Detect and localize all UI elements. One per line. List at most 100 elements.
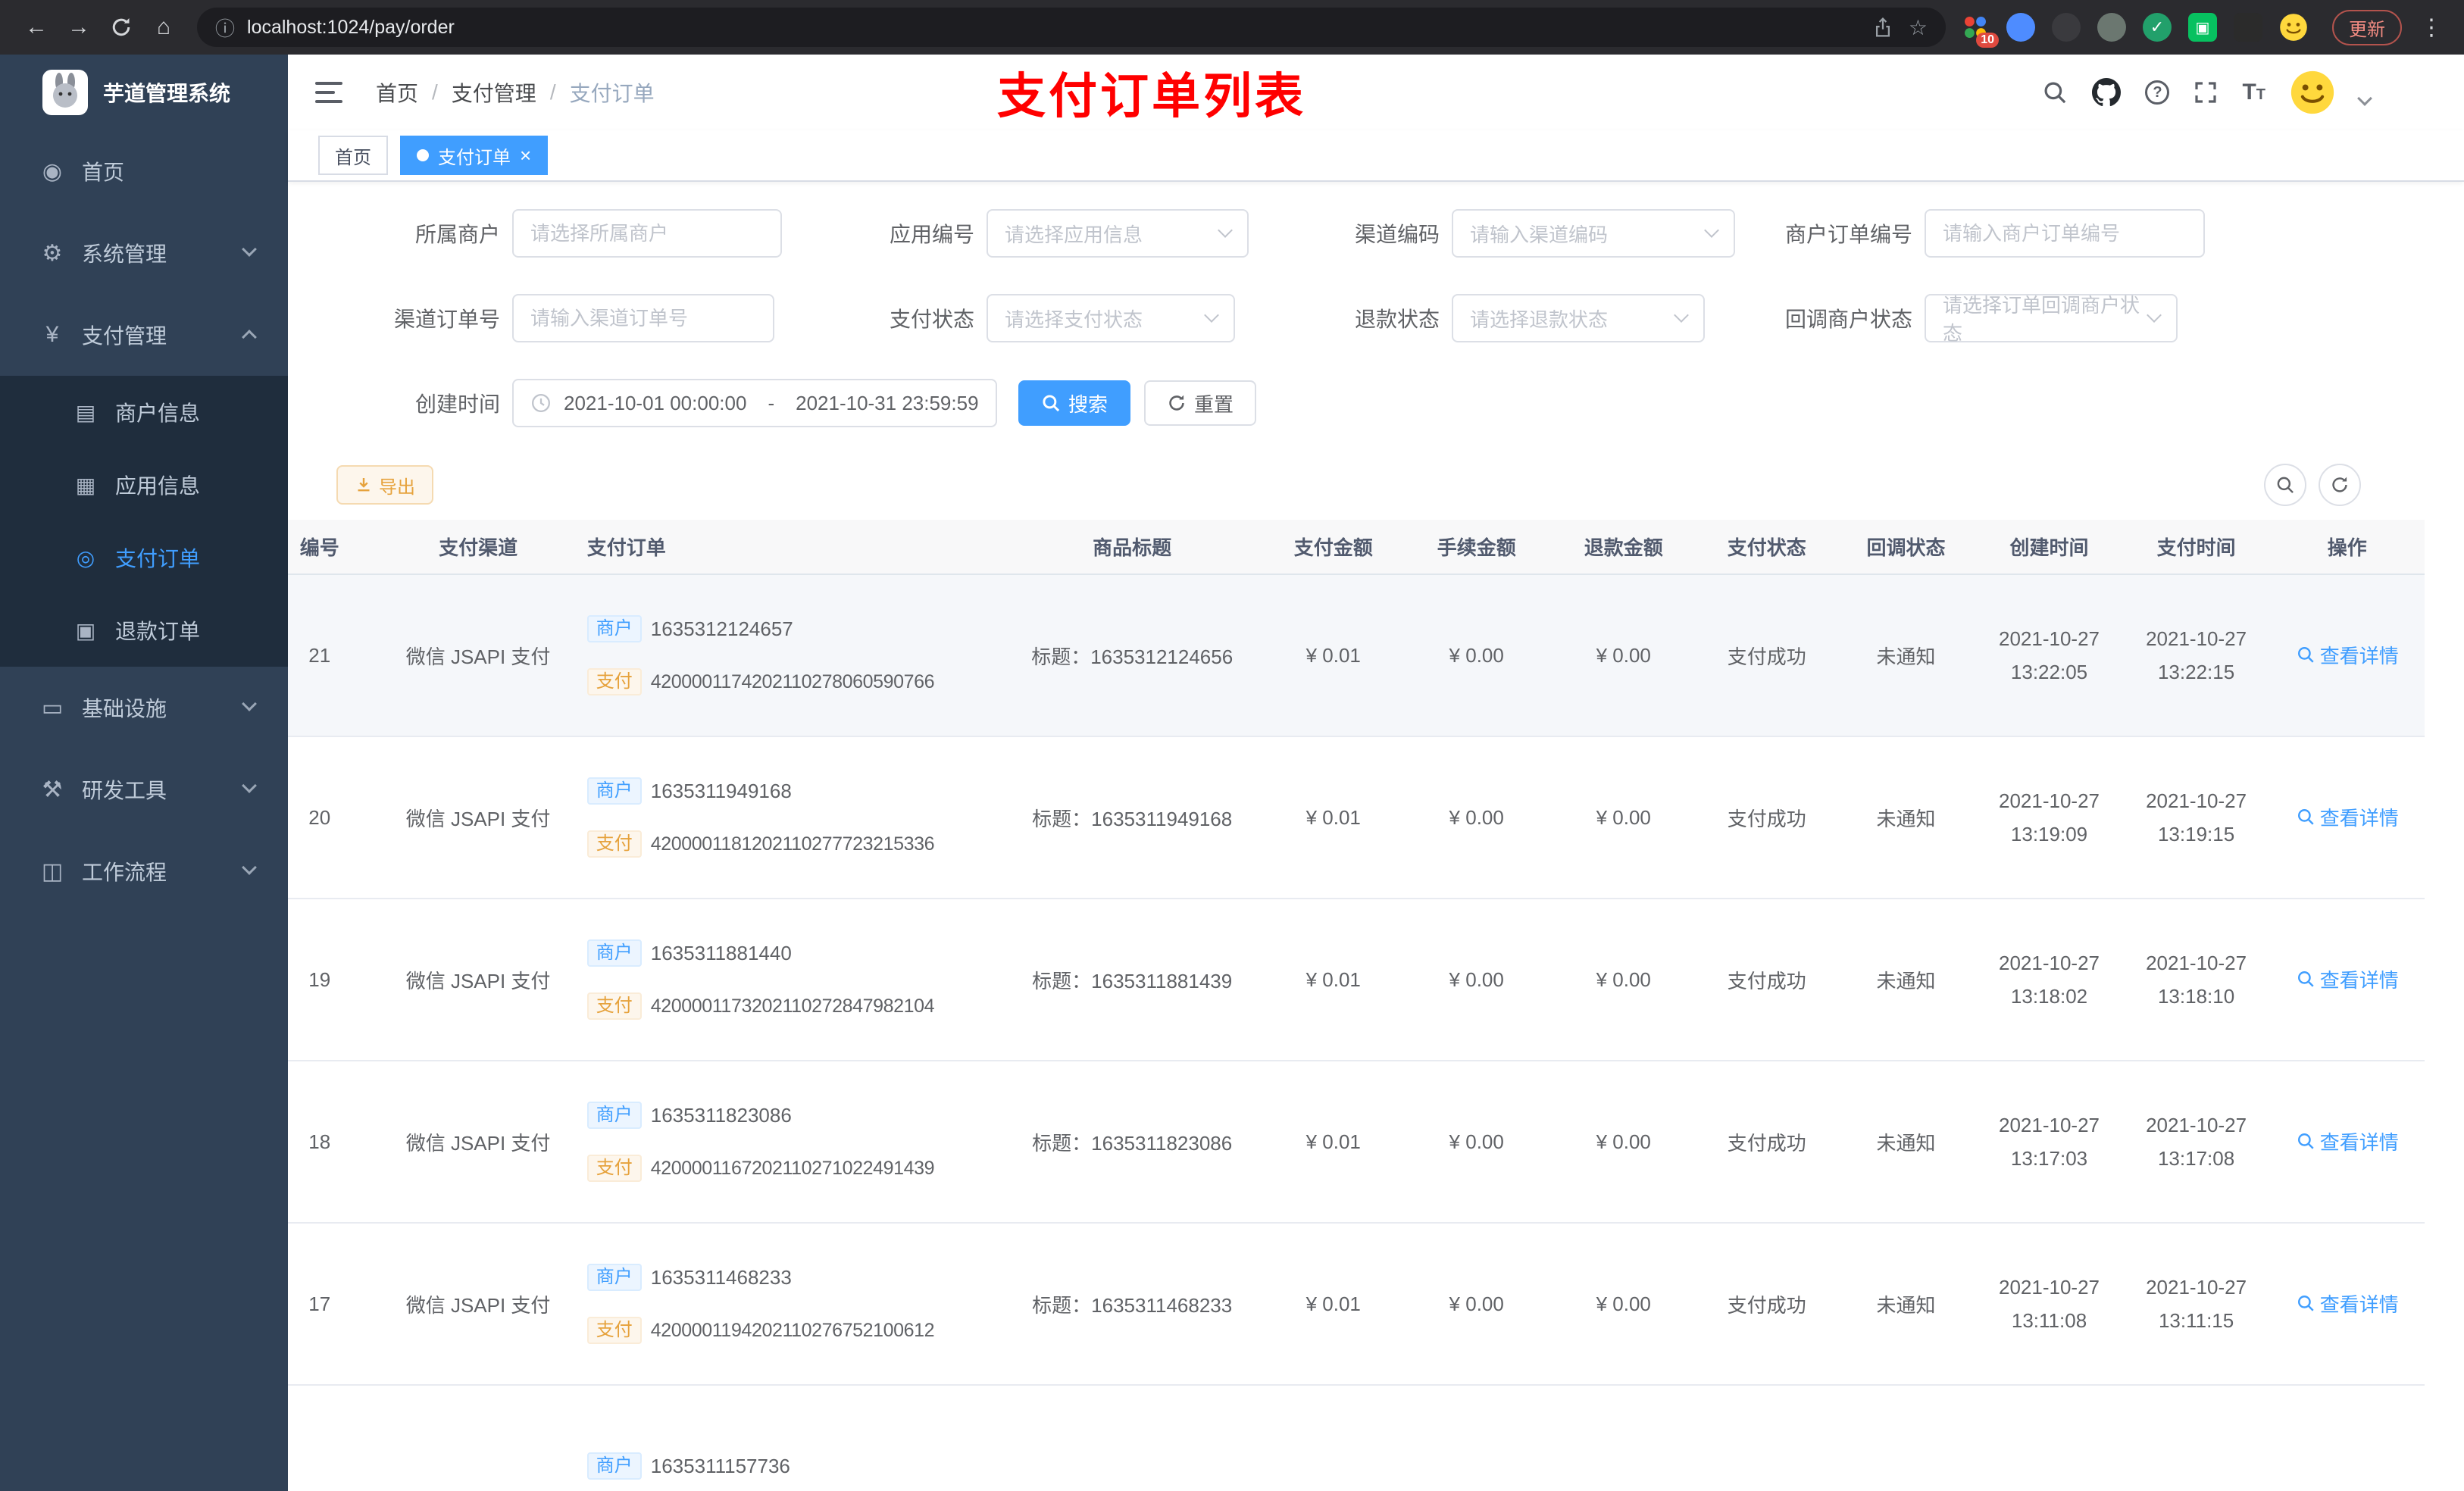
extension-icon[interactable]: ✓ [2143, 13, 2172, 42]
yen-icon: ¥ [45, 322, 59, 347]
browser-home-icon[interactable]: ⌂ [142, 6, 185, 48]
view-detail-link[interactable]: 查看详情 [2296, 965, 2399, 993]
breadcrumb-payment[interactable]: 支付管理 [452, 77, 536, 108]
sidebar-item-pay-order[interactable]: ◎ 支付订单 [0, 521, 288, 594]
cell-create-time: 2021-10-27 13:22:05 [1975, 574, 2123, 737]
export-button[interactable]: 导出 [336, 465, 433, 505]
hamburger-icon[interactable] [315, 82, 342, 103]
date-start-value: 2021-10-01 00:00:00 [564, 391, 747, 414]
cell-title: 标题：1635311823086 [1000, 1061, 1264, 1224]
filter-label: 创建时间 [414, 392, 500, 416]
view-detail-link[interactable]: 查看详情 [2296, 641, 2399, 669]
address-bar[interactable]: ⓘ localhost:1024/pay/order ☆ [197, 8, 1946, 47]
sidebar-item-workflow[interactable]: ◫ 工作流程 [0, 830, 288, 912]
user-avatar[interactable] [2290, 70, 2335, 115]
filter-channel-code: 渠道编码 请输入渠道编码 [1258, 209, 1735, 258]
merchant-input[interactable] [512, 209, 782, 258]
share-icon[interactable] [1872, 17, 1893, 38]
sidebar-item-home[interactable]: ◉ 首页 [0, 130, 288, 212]
fullscreen-icon[interactable] [2194, 80, 2218, 105]
cell-refund-amount: ¥ 0.00 [1549, 736, 1697, 899]
pay-tag: 支付 [586, 668, 642, 695]
cell-pay-order: 商户 1635311468233 支付 42000011942021102767… [574, 1223, 1001, 1386]
cell-notify-status [1836, 1385, 1976, 1491]
view-detail-link[interactable]: 查看详情 [2296, 1289, 2399, 1318]
cell-actions: 查看详情 [2269, 574, 2425, 737]
monitor-icon: ▭ [41, 695, 64, 720]
emoji-extension-icon[interactable] [2279, 13, 2308, 42]
sidebar-item-infra[interactable]: ▭ 基础设施 [0, 667, 288, 749]
sidebar-item-label: 系统管理 [82, 242, 167, 266]
sidebar-item-merchant-info[interactable]: ▤ 商户信息 [0, 376, 288, 449]
top-navbar: 首页 / 支付管理 / 支付订单 支付订单列表 ? TT [288, 55, 2464, 130]
col-notify-status: 回调状态 [1836, 520, 1976, 575]
extension-icon[interactable] [2006, 13, 2035, 42]
browser-back-icon[interactable]: ← [15, 6, 58, 48]
channel-pay-no: 4200001167202110271022491439 [650, 1157, 935, 1179]
reset-button[interactable]: 重置 [1144, 380, 1257, 426]
refund-status-select[interactable]: 请选择退款状态 [1452, 294, 1705, 342]
view-detail-link[interactable]: 查看详情 [2296, 1127, 2399, 1155]
col-create-time: 创建时间 [1975, 520, 2123, 575]
avatar-dropdown-icon[interactable] [2357, 91, 2372, 106]
extension-icon[interactable]: 10 [1961, 13, 1999, 48]
refresh-table-button[interactable] [2319, 464, 2361, 506]
font-size-icon[interactable]: TT [2242, 80, 2265, 105]
toggle-search-button[interactable] [2264, 464, 2306, 506]
sidebar-item-system[interactable]: ⚙ 系统管理 [0, 212, 288, 294]
date-end-value: 2021-10-31 23:59:59 [796, 391, 979, 414]
clock-icon [530, 392, 552, 414]
view-detail-label: 查看详情 [2319, 644, 2399, 667]
sidebar-item-payment[interactable]: ¥ 支付管理 [0, 294, 288, 376]
help-icon[interactable]: ? [2145, 80, 2170, 105]
cell-create-time: 2021-10-27 13:11:08 [1975, 1223, 2123, 1386]
cell-title: 标题：1635312124656 [1000, 574, 1264, 737]
search-icon[interactable] [2042, 80, 2068, 105]
cell-pay-amount: ¥ 0.01 [1263, 736, 1403, 899]
tab-home[interactable]: 首页 [318, 136, 388, 175]
bookmark-star-icon[interactable]: ☆ [1909, 15, 1928, 40]
extension-icon[interactable] [2234, 13, 2262, 42]
chevron-down-icon [2147, 308, 2162, 323]
browser-menu-icon[interactable]: ⋮ [2414, 14, 2449, 41]
close-icon[interactable]: × [520, 145, 531, 165]
browser-forward-icon[interactable]: → [58, 6, 100, 48]
extension-icon[interactable]: ▣ [2188, 13, 2217, 42]
cell-create-time: 2021-10-27 13:19:09 [1975, 736, 2123, 899]
cell-pay-status: 支付成功 [1696, 899, 1837, 1061]
chevron-up-icon [242, 330, 257, 345]
cell-channel: 微信 JSAPI 支付 [381, 1223, 575, 1386]
channel-code-select[interactable]: 请输入渠道编码 [1452, 209, 1735, 258]
extension-icon[interactable] [2052, 13, 2081, 42]
chevron-down-icon [1704, 223, 1719, 238]
merchant-tag: 商户 [586, 939, 642, 967]
reset-button-label: 重置 [1194, 392, 1234, 416]
pay-status-select[interactable]: 请选择支付状态 [987, 294, 1235, 342]
pay-tag: 支付 [586, 1317, 642, 1344]
sidebar-item-devtools[interactable]: ⚒ 研发工具 [0, 749, 288, 830]
cell-channel: 微信 JSAPI 支付 [381, 899, 575, 1061]
browser-refresh-icon[interactable] [100, 6, 142, 48]
github-icon[interactable] [2092, 78, 2122, 107]
channel-order-no-input[interactable] [512, 294, 774, 342]
search-button[interactable]: 搜索 [1018, 380, 1131, 426]
cell-pay-status [1696, 1385, 1837, 1491]
notify-status-select[interactable]: 请选择订单回调商户状态 [1925, 294, 2178, 345]
date-range-input[interactable]: 2021-10-01 00:00:00 - 2021-10-31 23:59:5… [512, 379, 997, 427]
breadcrumb-home[interactable]: 首页 [376, 77, 418, 108]
sidebar-item-refund-order[interactable]: ▣ 退款订单 [0, 594, 288, 667]
extension-icon[interactable] [2097, 13, 2126, 42]
tab-pay-order[interactable]: 支付订单 × [400, 136, 549, 175]
filter-label: 渠道编码 [1354, 223, 1440, 246]
col-fee-amount: 手续金额 [1402, 520, 1550, 575]
site-info-icon[interactable]: ⓘ [215, 14, 235, 42]
sidebar-item-app-info[interactable]: ▦ 应用信息 [0, 449, 288, 521]
chevron-down-icon [1204, 308, 1219, 323]
date-separator: - [768, 391, 775, 414]
app-no-select[interactable]: 请选择应用信息 [987, 209, 1249, 258]
view-detail-link[interactable]: 查看详情 [2296, 803, 2399, 831]
cell-pay-amount: ¥ 0.01 [1263, 1061, 1403, 1224]
col-channel: 支付渠道 [381, 520, 575, 575]
browser-update-button[interactable]: 更新 [2332, 9, 2402, 45]
merchant-order-no-input[interactable] [1925, 209, 2205, 258]
